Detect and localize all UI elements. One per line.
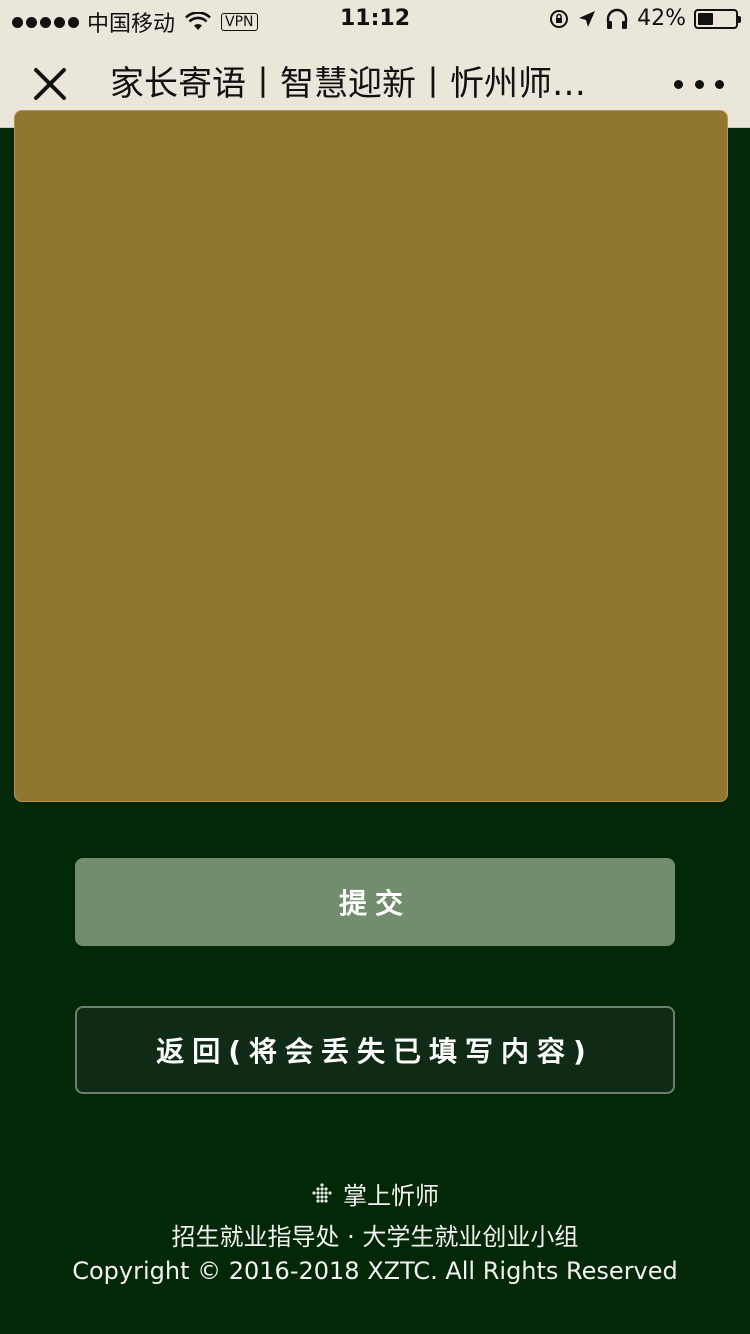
submit-button[interactable]: 提交 <box>75 858 675 946</box>
status-right: 42% <box>549 6 741 31</box>
close-icon[interactable] <box>28 62 72 106</box>
battery-fill <box>698 12 713 25</box>
page-title: 家长寄语丨智慧迎新丨忻州师… <box>110 64 586 104</box>
headphones-icon <box>606 8 628 29</box>
footer-org: 招生就业指导处 · 大学生就业创业小组 <box>171 1223 579 1251</box>
footer-brand: 掌上忻师 <box>0 1176 750 1211</box>
message-textarea[interactable] <box>14 110 728 802</box>
status-bar: 中国移动 VPN 11:12 42% <box>0 0 750 40</box>
more-options-icon[interactable] <box>674 70 724 98</box>
dot-grid-icon <box>312 1182 332 1203</box>
back-button[interactable]: 返回(将会丢失已填写内容) <box>75 1006 675 1094</box>
battery-icon <box>694 8 741 29</box>
battery-percent: 42% <box>637 6 686 31</box>
rotation-lock-icon <box>550 9 569 28</box>
location-arrow-icon <box>579 10 596 27</box>
footer-brand-label: 掌上忻师 <box>343 1182 439 1210</box>
footer-copyright: Copyright © 2016-2018 XZTC. All Rights R… <box>72 1257 678 1285</box>
